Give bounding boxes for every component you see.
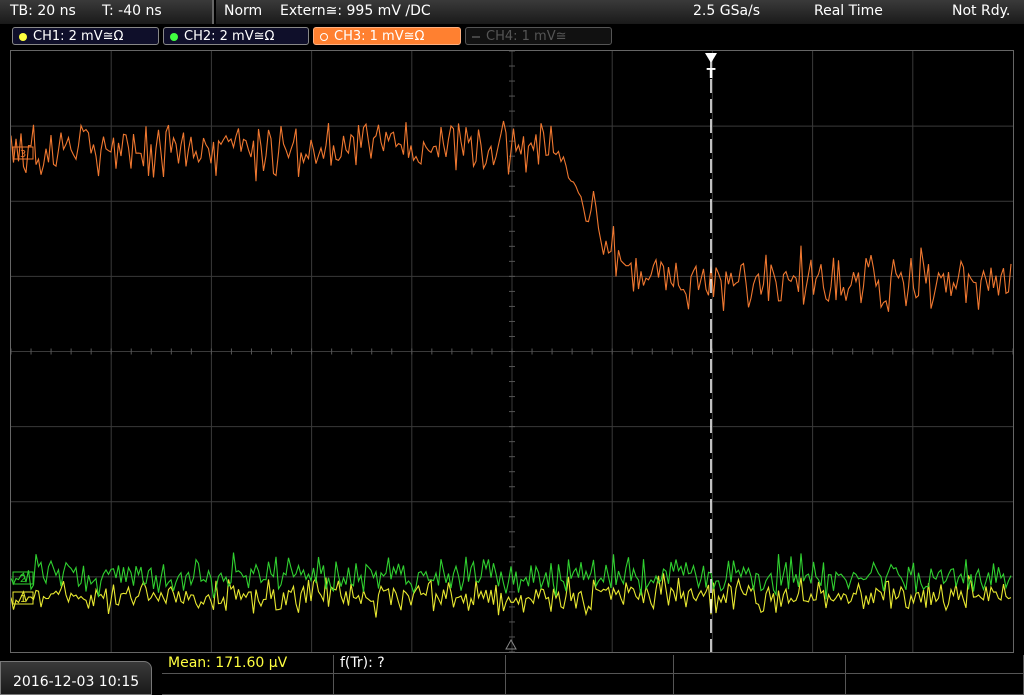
- channel-2-tab[interactable]: CH2: 2 mV≅Ω: [163, 27, 309, 45]
- measurement-slot[interactable]: [506, 655, 674, 674]
- timebase-label: TB: 20 ns: [10, 3, 76, 19]
- measurement-bar: 2016-12-03 10:15 Mean: 171.60 µV f(Tr): …: [0, 655, 1024, 695]
- channel-3-dot-icon: [320, 33, 328, 41]
- measurement-grid: Mean: 171.60 µV f(Tr): ?: [162, 655, 1024, 695]
- measurement-slot[interactable]: [846, 674, 1024, 695]
- trigger-mode-label: Norm: [224, 3, 263, 19]
- measurement-slot[interactable]: [506, 674, 674, 695]
- trigger-arrow-icon: [705, 53, 717, 63]
- trigger-marker-label: T: [707, 67, 716, 82]
- timebase-panel[interactable]: TB: 20 ns T: -40 ns: [0, 0, 214, 24]
- measurement-slot[interactable]: [674, 655, 846, 674]
- status-bar: TB: 20 ns T: -40 ns Norm Extern≅: 995 mV…: [0, 0, 1024, 24]
- channel-3-level-label: 3: [20, 149, 26, 160]
- measurement-slot[interactable]: [674, 674, 846, 695]
- mean-measurement[interactable]: Mean: 171.60 µV: [162, 655, 334, 674]
- trigger-panel[interactable]: Norm Extern≅: 995 mV ∕DC 2.5 GSa/s Real …: [216, 0, 1024, 24]
- measurement-slot[interactable]: [162, 674, 334, 695]
- traces: [10, 120, 1012, 618]
- trigger-time-label: T: -40 ns: [102, 3, 162, 19]
- channel-4-label: CH4: 1 mV≅: [486, 29, 567, 44]
- channel-1-label: CH1: 2 mV≅Ω: [33, 29, 124, 44]
- channel-2-level-label: 2: [20, 574, 26, 585]
- sample-rate-label: 2.5 GSa/s: [693, 3, 761, 19]
- channel-4-dash-icon: [472, 36, 480, 38]
- datetime-panel: 2016-12-03 10:15: [0, 661, 152, 695]
- measurement-slot[interactable]: [846, 655, 1024, 674]
- waveform-display[interactable]: T 3 2 1: [10, 50, 1014, 653]
- channel-2-dot-icon: [170, 33, 178, 41]
- channel-4-tab[interactable]: CH4: 1 mV≅: [465, 27, 612, 45]
- datetime-label: 2016-12-03 10:15: [13, 674, 140, 690]
- horizontal-center-icon: [505, 638, 517, 650]
- channel-3-tab[interactable]: CH3: 1 mV≅Ω: [313, 27, 461, 45]
- rise-measurement[interactable]: f(Tr): ?: [334, 655, 506, 674]
- channel-1-tab[interactable]: CH1: 2 mV≅Ω: [12, 27, 159, 45]
- measurement-slot[interactable]: [334, 674, 506, 695]
- mean-measurement-label: Mean: 171.60 µV: [168, 655, 288, 671]
- channel-2-label: CH2: 2 mV≅Ω: [184, 29, 275, 44]
- acquisition-mode-label: Real Time: [814, 3, 883, 19]
- channel-3-label: CH3: 1 mV≅Ω: [334, 29, 425, 44]
- channel-1-level-label: 1: [20, 594, 26, 605]
- trigger-source-label: Extern≅: 995 mV ∕DC: [280, 3, 431, 19]
- rise-measurement-label: f(Tr): ?: [340, 655, 385, 671]
- waveform-canvas: T 3 2 1: [10, 50, 1014, 653]
- acquisition-status-label: Not Rdy.: [952, 3, 1011, 19]
- channel-1-dot-icon: [19, 33, 27, 41]
